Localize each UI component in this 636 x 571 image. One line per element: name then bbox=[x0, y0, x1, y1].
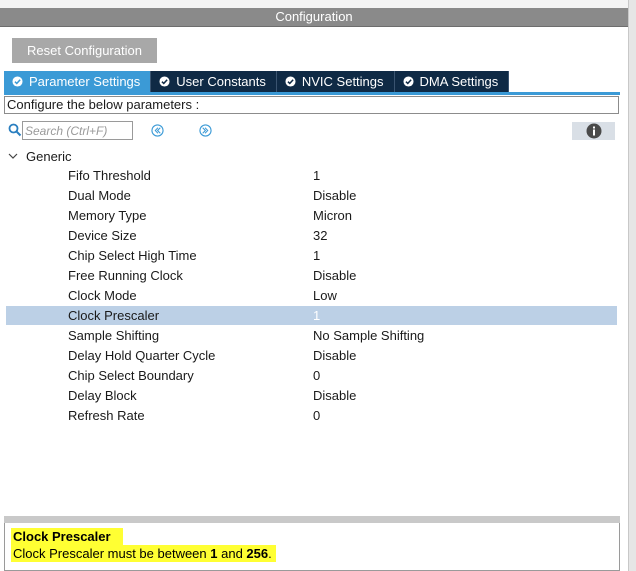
param-value[interactable]: 0 bbox=[313, 406, 320, 425]
info-button[interactable] bbox=[572, 122, 615, 140]
group-generic[interactable]: Generic bbox=[8, 147, 72, 165]
param-row[interactable]: Fifo Threshold 1 bbox=[6, 166, 617, 185]
param-row[interactable]: Chip Select Boundary 0 bbox=[6, 366, 617, 385]
check-circle-icon bbox=[402, 76, 414, 87]
param-name: Clock Prescaler bbox=[68, 308, 160, 323]
description-title: Clock Prescaler bbox=[11, 528, 123, 545]
param-name: Refresh Rate bbox=[68, 408, 145, 423]
param-value[interactable]: 1 bbox=[313, 246, 320, 265]
check-circle-icon bbox=[12, 76, 23, 87]
param-name: Free Running Clock bbox=[68, 268, 183, 283]
info-icon bbox=[586, 123, 601, 139]
tab-label: DMA Settings bbox=[419, 74, 499, 89]
tab-underline bbox=[4, 92, 620, 95]
param-row[interactable]: Sample Shifting No Sample Shifting bbox=[6, 326, 617, 345]
tab-label: Parameter Settings bbox=[29, 74, 141, 89]
param-value[interactable]: 1 bbox=[313, 306, 320, 325]
param-name: Dual Mode bbox=[68, 188, 131, 203]
check-circle-icon bbox=[285, 76, 296, 87]
tab-parameter-settings[interactable]: Parameter Settings bbox=[4, 71, 152, 92]
tab-nvic-settings[interactable]: NVIC Settings bbox=[276, 71, 395, 92]
param-row[interactable]: Clock Mode Low bbox=[6, 286, 617, 305]
configure-label: Configure the below parameters : bbox=[4, 96, 619, 114]
param-value[interactable]: 32 bbox=[313, 226, 327, 245]
param-value[interactable]: Disable bbox=[313, 186, 356, 205]
param-name: Chip Select Boundary bbox=[68, 368, 194, 383]
param-row[interactable]: Refresh Rate 0 bbox=[6, 406, 617, 425]
tab-label: User Constants bbox=[176, 74, 266, 89]
arrow-left-circle-icon[interactable] bbox=[151, 124, 164, 137]
arrow-right-circle-icon[interactable] bbox=[199, 124, 212, 137]
param-name: Memory Type bbox=[68, 208, 147, 223]
search-icon bbox=[8, 123, 22, 137]
panel-splitter[interactable] bbox=[4, 516, 620, 523]
param-value[interactable]: Disable bbox=[313, 346, 356, 365]
param-row[interactable]: Free Running Clock Disable bbox=[6, 266, 617, 285]
param-row[interactable]: Clock Prescaler 1 bbox=[6, 306, 617, 325]
param-value[interactable]: Micron bbox=[313, 206, 352, 225]
param-row[interactable]: Delay Block Disable bbox=[6, 386, 617, 405]
param-name: Fifo Threshold bbox=[68, 168, 151, 183]
search-input[interactable] bbox=[22, 121, 133, 140]
tab-dma-settings[interactable]: DMA Settings bbox=[394, 71, 510, 92]
check-circle-icon bbox=[159, 76, 170, 87]
description-middle: and bbox=[217, 546, 247, 561]
param-name: Clock Mode bbox=[68, 288, 137, 303]
param-row[interactable]: Dual Mode Disable bbox=[6, 186, 617, 205]
param-name: Delay Block bbox=[68, 388, 137, 403]
reset-configuration-button[interactable]: Reset Configuration bbox=[12, 38, 157, 63]
param-row[interactable]: Device Size 32 bbox=[6, 226, 617, 245]
chevron-down-icon bbox=[8, 153, 18, 159]
param-row[interactable]: Chip Select High Time 1 bbox=[6, 246, 617, 265]
description-prefix: Clock Prescaler must be between bbox=[13, 546, 211, 561]
window-edge bbox=[628, 0, 636, 571]
tab-bar: Parameter Settings User Constants NVIC S… bbox=[4, 71, 510, 92]
param-value[interactable]: 0 bbox=[313, 366, 320, 385]
param-name: Chip Select High Time bbox=[68, 248, 197, 263]
param-value[interactable]: 1 bbox=[313, 166, 320, 185]
description-text: Clock Prescaler must be between 1 and 25… bbox=[11, 545, 276, 562]
group-label: Generic bbox=[26, 148, 72, 164]
param-name: Sample Shifting bbox=[68, 328, 160, 343]
description-min: 1 bbox=[210, 546, 218, 561]
description-panel: Clock Prescaler Clock Prescaler must be … bbox=[4, 523, 620, 571]
description-suffix: . bbox=[268, 546, 272, 561]
param-name: Device Size bbox=[68, 228, 137, 243]
tab-label: NVIC Settings bbox=[301, 74, 384, 89]
param-value[interactable]: Disable bbox=[313, 266, 356, 285]
param-value[interactable]: Disable bbox=[313, 386, 356, 405]
window-title: Configuration bbox=[0, 8, 628, 27]
description-max: 256 bbox=[246, 546, 269, 561]
param-row[interactable]: Delay Hold Quarter Cycle Disable bbox=[6, 346, 617, 365]
param-name: Delay Hold Quarter Cycle bbox=[68, 348, 216, 363]
tab-user-constants[interactable]: User Constants bbox=[151, 71, 277, 92]
param-row[interactable]: Memory Type Micron bbox=[6, 206, 617, 225]
param-value[interactable]: No Sample Shifting bbox=[313, 326, 424, 345]
top-strip bbox=[0, 0, 628, 8]
param-value[interactable]: Low bbox=[313, 286, 337, 305]
